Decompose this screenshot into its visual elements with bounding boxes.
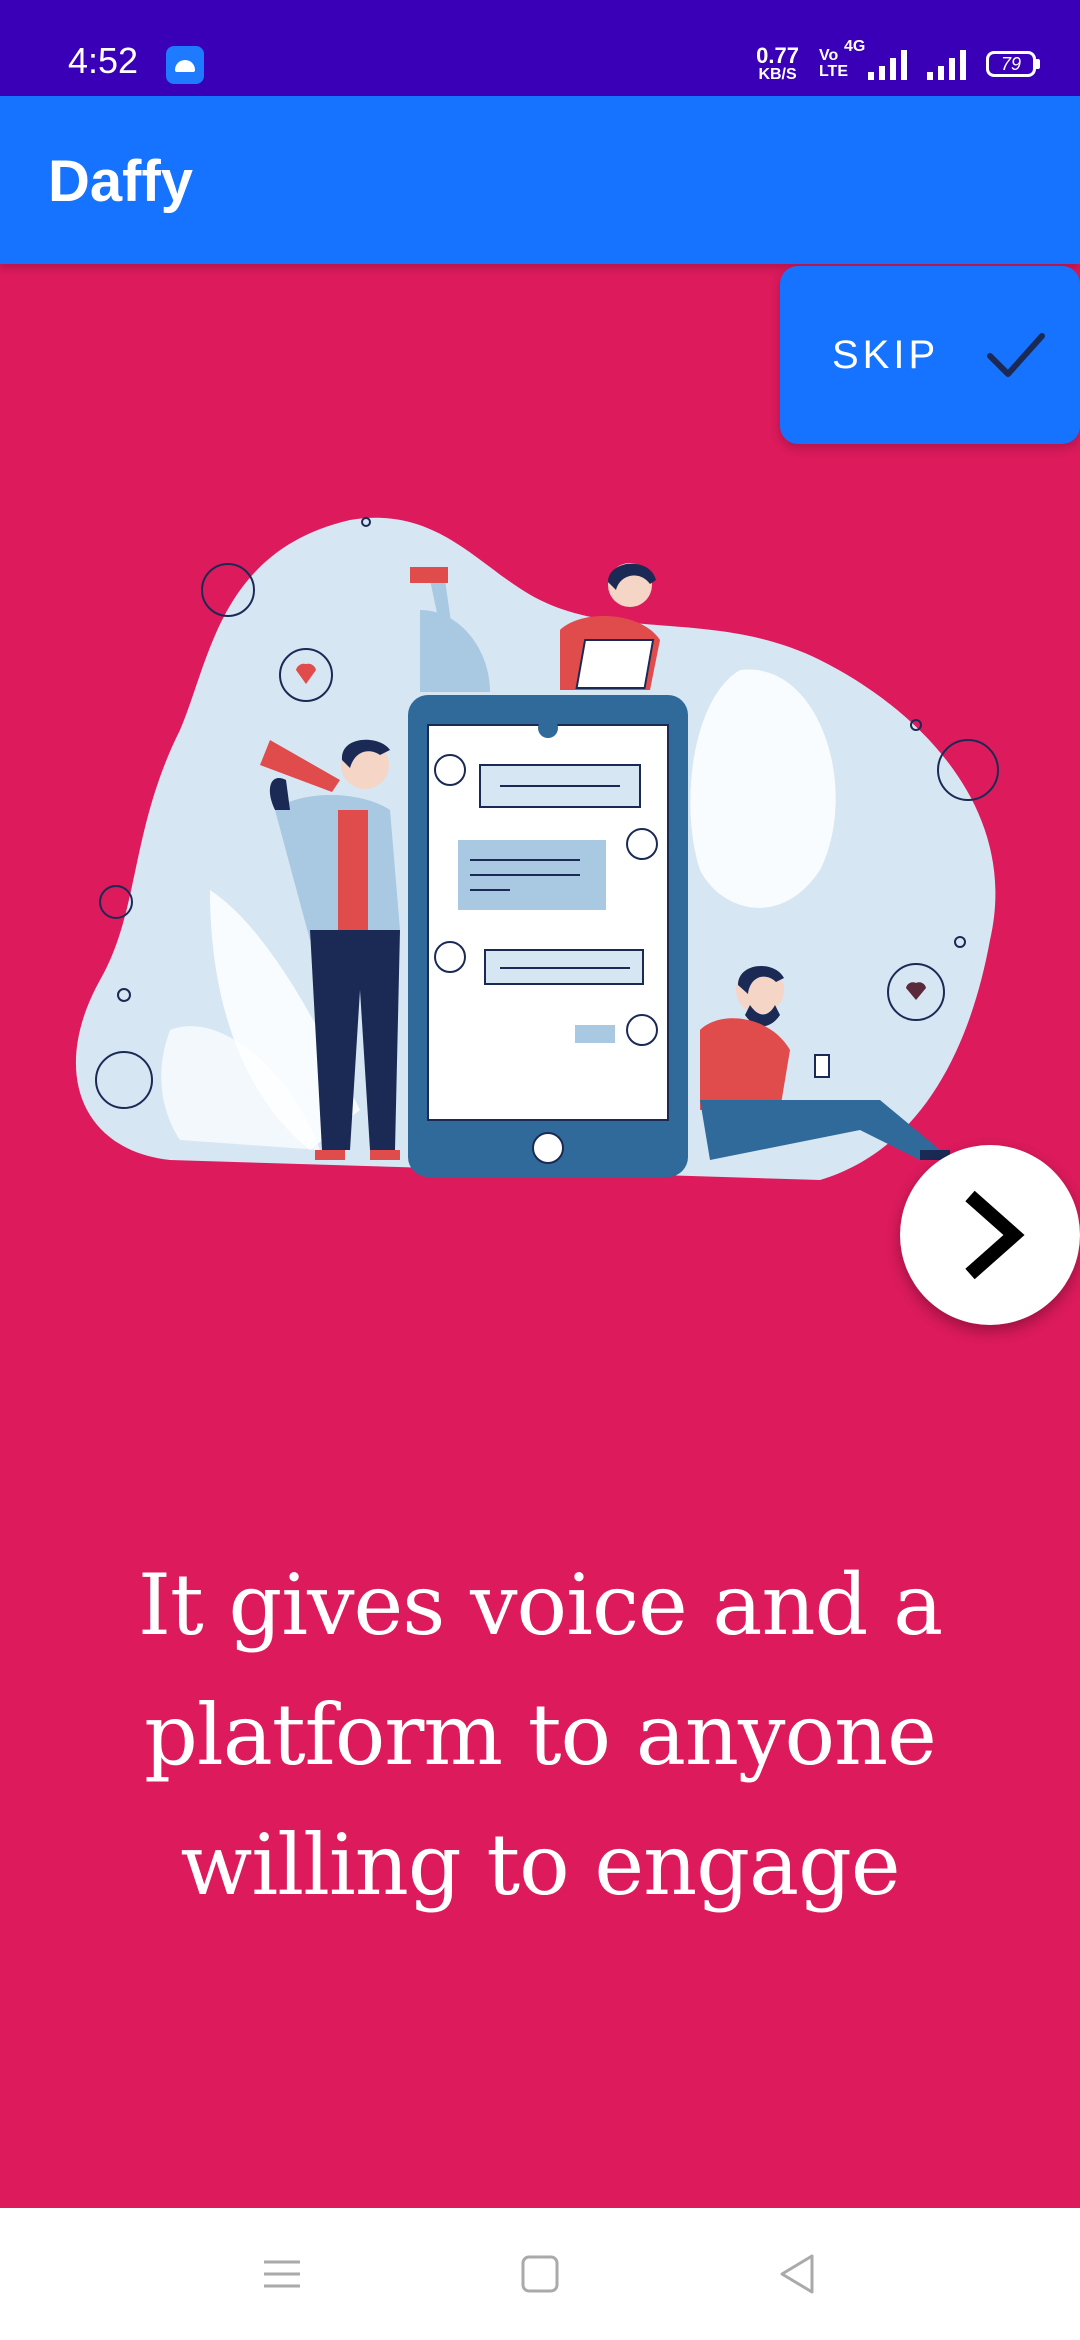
status-indicators: 0.77 KB/S Vo LTE 4G 79 [756, 38, 1040, 84]
signal-icon [927, 48, 966, 80]
back-triangle-icon[interactable] [768, 2244, 828, 2304]
android-notification-icon [166, 46, 204, 84]
check-icon [987, 333, 1045, 377]
skip-button[interactable]: SKIP [780, 266, 1080, 444]
battery-level: 79 [1000, 53, 1022, 74]
app-bar: Daffy [0, 96, 1080, 264]
onboarding-caption: It gives voice and a platform to anyone … [137, 1556, 943, 1914]
skip-label: SKIP [832, 332, 940, 377]
navigation-bar [0, 2208, 1080, 2340]
chevron-right-icon [965, 1190, 1025, 1280]
network-type-label: 4G [844, 38, 866, 55]
signal-4g-icon: 4G [844, 38, 907, 80]
home-square-icon[interactable] [510, 2244, 570, 2304]
app-title: Daffy [48, 149, 194, 214]
status-time: 4:52 [68, 40, 139, 81]
menu-icon[interactable] [252, 2244, 312, 2304]
battery-icon: 79 [986, 51, 1040, 77]
next-button[interactable] [900, 1145, 1080, 1325]
network-speed-value: 0.77 [756, 43, 799, 68]
network-speed-unit: KB/S [758, 66, 797, 83]
onboarding-illustration [75, 517, 999, 1180]
status-bar: 4:52 0.77 KB/S Vo LTE 4G 79 [0, 0, 1080, 96]
network-speed: 0.77 KB/S [756, 45, 799, 83]
